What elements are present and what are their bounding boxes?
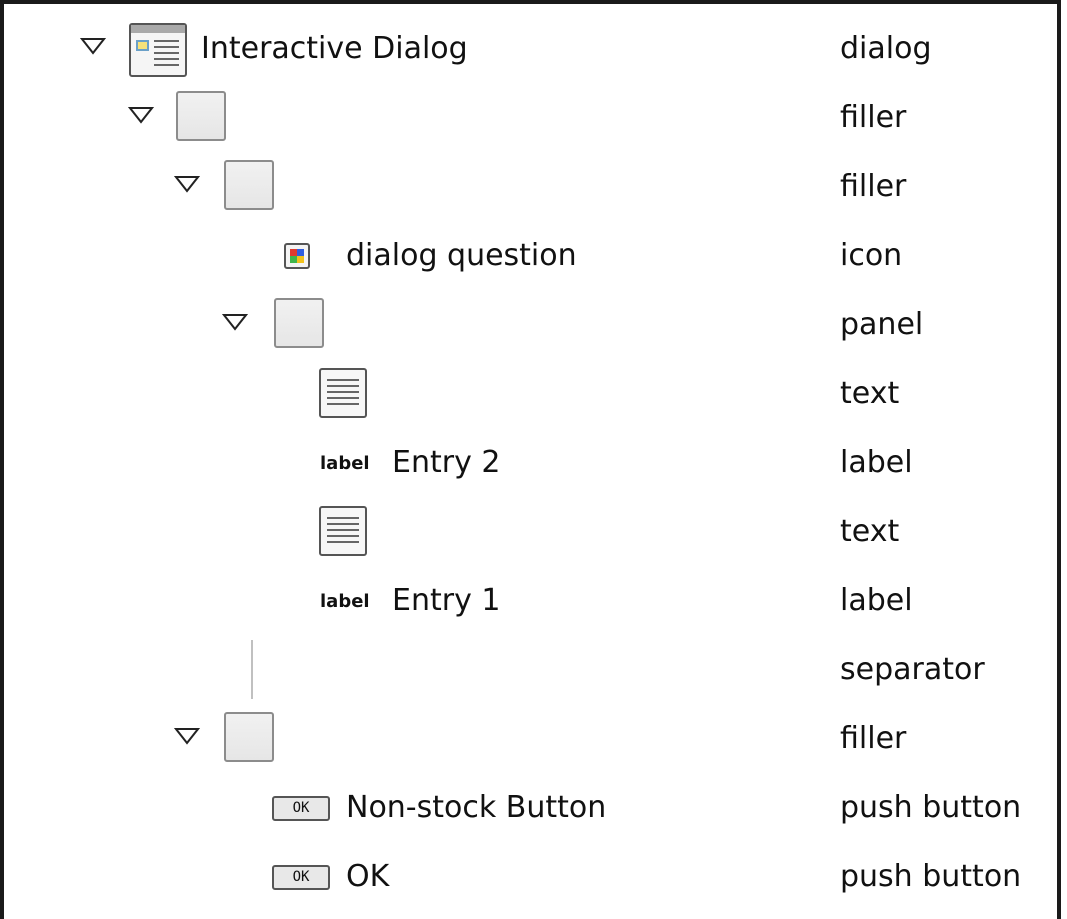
tree-row-name: Entry 1 — [392, 583, 501, 618]
label-icon: label — [320, 591, 370, 612]
tree-row-role: push button — [840, 859, 1022, 894]
tree-row-panel[interactable]: panel — [4, 290, 1057, 359]
dialog-window-icon — [129, 23, 187, 77]
tree-row-name: Interactive Dialog — [201, 31, 468, 66]
tree-row-filler[interactable]: filler — [4, 152, 1057, 221]
filler-icon — [176, 91, 226, 141]
tree-row-role: filler — [840, 100, 907, 135]
panel-icon — [274, 298, 324, 348]
image-icon — [284, 243, 310, 269]
tree-row-role: icon — [840, 238, 903, 273]
expander-open-icon[interactable] — [128, 105, 154, 127]
tree-row-name: Entry 2 — [392, 445, 501, 480]
accessible-tree-panel: Interactive Dialog dialog filler filler … — [0, 0, 1061, 919]
filler-icon — [224, 160, 274, 210]
tree-row-filler[interactable]: filler — [4, 83, 1057, 152]
tree-row-role: panel — [840, 307, 924, 342]
label-icon: label — [320, 453, 370, 474]
tree-row-role: text — [840, 514, 900, 549]
push-button-icon: OK — [272, 865, 330, 890]
tree-row-name: Non-stock Button — [346, 790, 607, 825]
tree-row-role: label — [840, 583, 913, 618]
tree-row-role: label — [840, 445, 913, 480]
tree-row-text[interactable]: text — [4, 497, 1057, 566]
tree-row-role: filler — [840, 721, 907, 756]
expander-open-icon[interactable] — [222, 312, 248, 334]
tree-row-label[interactable]: label Entry 2 label — [4, 428, 1057, 497]
tree-row-filler[interactable]: filler — [4, 704, 1057, 773]
expander-open-icon[interactable] — [80, 36, 106, 58]
tree-row-separator[interactable]: separator — [4, 635, 1057, 704]
tree-row-dialog[interactable]: Interactive Dialog dialog — [4, 14, 1057, 83]
tree-row-role: filler — [840, 169, 907, 204]
text-document-icon — [319, 368, 367, 418]
tree-row-role: dialog — [840, 31, 932, 66]
push-button-icon: OK — [272, 796, 330, 821]
tree-row-role: push button — [840, 790, 1022, 825]
tree-row-label[interactable]: label Entry 1 label — [4, 566, 1057, 635]
expander-open-icon[interactable] — [174, 726, 200, 748]
tree-row-role: separator — [840, 652, 985, 687]
tree-row-name: OK — [346, 859, 390, 894]
tree-row-name: dialog question — [346, 238, 577, 273]
text-document-icon — [319, 506, 367, 556]
expander-open-icon[interactable] — [174, 174, 200, 196]
separator-icon — [251, 640, 253, 699]
tree-row-push-button[interactable]: OK Non-stock Button push button — [4, 773, 1057, 842]
tree-row-push-button[interactable]: OK OK push button — [4, 842, 1057, 911]
filler-icon — [224, 712, 274, 762]
tree-row-role: text — [840, 376, 900, 411]
tree-row-text[interactable]: text — [4, 359, 1057, 428]
tree-row-icon[interactable]: dialog question icon — [4, 221, 1057, 290]
